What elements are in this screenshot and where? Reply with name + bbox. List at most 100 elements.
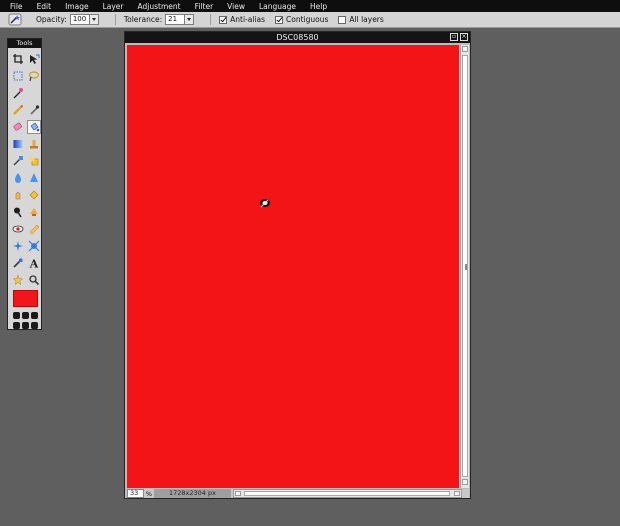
tool-blur[interactable]	[11, 171, 25, 185]
opacity-dropdown-button[interactable]	[89, 14, 99, 25]
menu-filter[interactable]: Filter	[185, 2, 214, 11]
marquee-icon	[13, 71, 23, 81]
image-status-bar: 33 % 1728x2304 px	[127, 489, 469, 498]
tool-red-eye[interactable]	[11, 222, 25, 236]
image-size-label: 1728x2304 px	[154, 489, 231, 498]
menu-view[interactable]: View	[217, 2, 245, 11]
tool-hand[interactable]	[11, 273, 25, 287]
tool-gradient[interactable]	[11, 137, 25, 151]
shortcut-dot[interactable]	[13, 312, 20, 319]
blur-icon	[15, 173, 21, 183]
spot-heal-icon	[29, 224, 40, 235]
menu-help[interactable]: Help	[300, 2, 327, 11]
menu-layer[interactable]: Layer	[93, 2, 124, 11]
tool-color-picker[interactable]	[11, 256, 25, 270]
type-icon: A	[29, 258, 39, 270]
tools-panel-title[interactable]: Tools	[8, 39, 41, 48]
brush-icon	[30, 105, 40, 115]
chevron-down-icon	[91, 18, 96, 21]
burn-icon	[30, 208, 38, 216]
tool-pencil[interactable]	[11, 103, 25, 117]
shortcut-dot[interactable]	[22, 322, 29, 329]
contiguous-checkbox[interactable]	[275, 15, 284, 24]
zoom-input[interactable]: 33	[127, 489, 144, 498]
vertical-scroll-thumb[interactable]	[462, 55, 468, 477]
zoom-unit: %	[145, 489, 153, 498]
menu-bar: File Edit Image Layer Adjustment Filter View La…	[0, 0, 620, 12]
tool-sponge[interactable]	[27, 188, 41, 202]
magic-wand-icon[interactable]	[8, 13, 22, 26]
menu-image[interactable]: Image	[55, 2, 89, 11]
tools-grid: A	[8, 48, 41, 287]
magic-wand-cursor-icon	[260, 199, 270, 208]
color-replace-icon	[13, 156, 23, 166]
tool-marquee[interactable]	[11, 69, 25, 83]
tolerance-label: Tolerance:	[123, 15, 163, 24]
image-window: DSC08580 ▫ × 33 % 1728x2304 px	[124, 31, 471, 499]
separator	[210, 14, 212, 25]
scroll-up-button[interactable]	[462, 46, 468, 52]
tool-fill-bucket[interactable]	[27, 120, 41, 134]
menu-edit[interactable]: Edit	[27, 2, 52, 11]
tolerance-input[interactable]: 21	[165, 14, 186, 25]
close-icon[interactable]: ×	[460, 33, 468, 41]
tool-dodge[interactable]	[11, 205, 25, 219]
scroll-left-button[interactable]	[235, 491, 241, 496]
image-canvas[interactable]	[127, 45, 459, 488]
tool-pinch[interactable]	[27, 239, 41, 253]
shortcut-dot[interactable]	[13, 322, 20, 329]
zoom-icon	[29, 275, 40, 286]
image-window-title[interactable]: DSC08580	[125, 32, 470, 43]
options-bar: Opacity: 100 Tolerance: 21 Anti-alias Co…	[0, 12, 620, 28]
tool-color-replace[interactable]	[11, 154, 25, 168]
scroll-right-button[interactable]	[454, 491, 460, 496]
tool-clone-stamp[interactable]	[27, 137, 41, 151]
clone-stamp-icon	[30, 140, 38, 149]
opacity-label: Opacity:	[36, 15, 67, 24]
hand-icon	[12, 274, 24, 286]
maximize-icon[interactable]: ▫	[450, 33, 458, 41]
tool-brush[interactable]	[27, 103, 41, 117]
bloat-icon	[13, 241, 23, 251]
all-layers-checkbox[interactable]	[338, 15, 347, 24]
vertical-scrollbar[interactable]	[460, 45, 469, 488]
grip-icon	[465, 264, 467, 270]
dodge-icon	[14, 207, 22, 218]
scroll-down-button[interactable]	[462, 479, 468, 485]
anti-alias-label: Anti-alias	[230, 15, 266, 24]
shortcut-dot[interactable]	[22, 312, 29, 319]
sponge-icon	[29, 190, 39, 200]
tool-sharpen[interactable]	[27, 171, 41, 185]
anti-alias-checkbox[interactable]	[219, 15, 228, 24]
magic-wand-icon	[13, 88, 23, 99]
eraser-icon	[13, 122, 22, 131]
foreground-color-swatch[interactable]	[13, 290, 38, 307]
tool-zoom[interactable]	[27, 273, 41, 287]
shortcut-dot[interactable]	[31, 312, 38, 319]
tool-smudge[interactable]	[11, 188, 25, 202]
menu-language[interactable]: Language	[249, 2, 296, 11]
window-controls: ▫ ×	[450, 33, 468, 41]
tool-burn[interactable]	[27, 205, 41, 219]
tool-crop[interactable]	[11, 52, 25, 66]
tool-move[interactable]	[27, 52, 41, 66]
menu-adjustment[interactable]: Adjustment	[128, 2, 181, 11]
gradient-icon	[13, 140, 23, 148]
horizontal-scroll-thumb[interactable]	[244, 491, 450, 496]
empty-tool-slot	[27, 86, 41, 100]
tool-lasso[interactable]	[27, 69, 41, 83]
menu-file[interactable]: File	[0, 2, 23, 11]
tolerance-dropdown-button[interactable]	[185, 14, 195, 25]
horizontal-scrollbar[interactable]	[233, 489, 462, 498]
lasso-icon	[28, 71, 40, 82]
tool-magic-wand[interactable]	[11, 86, 25, 100]
tool-eraser[interactable]	[11, 120, 25, 134]
tool-bloat[interactable]	[11, 239, 25, 253]
tool-spot-heal[interactable]	[27, 222, 41, 236]
tool-type[interactable]: A	[27, 256, 41, 270]
contiguous-label: Contiguous	[286, 15, 329, 24]
opacity-input[interactable]: 100	[69, 14, 90, 25]
tool-drawing[interactable]	[27, 154, 41, 168]
pencil-icon	[13, 104, 24, 115]
shortcut-dot[interactable]	[31, 322, 38, 329]
